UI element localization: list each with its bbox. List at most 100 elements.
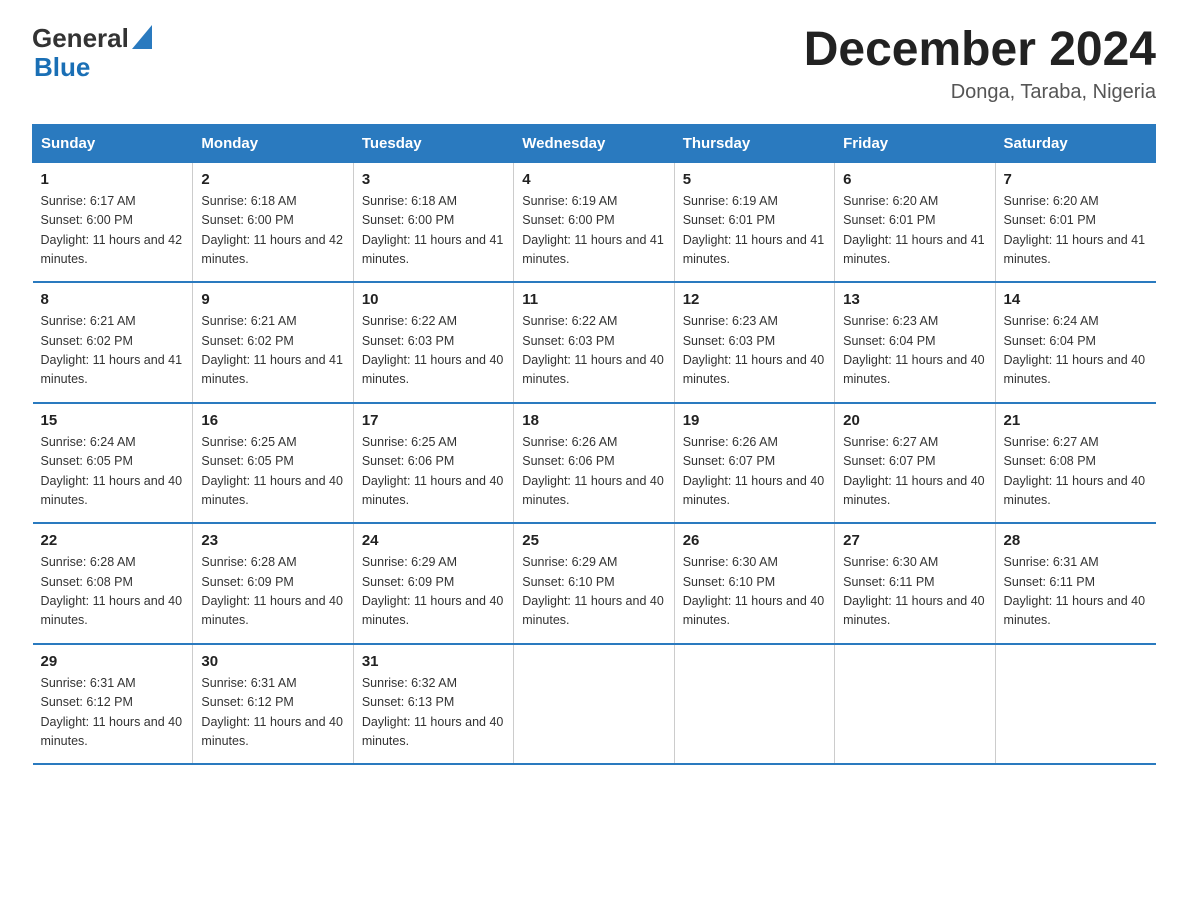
col-header-thursday: Thursday xyxy=(674,124,834,162)
day-number: 26 xyxy=(683,532,826,549)
calendar-cell xyxy=(835,644,995,765)
day-number: 19 xyxy=(683,412,826,429)
day-info: Sunrise: 6:24 AM Sunset: 6:04 PM Dayligh… xyxy=(1004,312,1148,390)
day-info: Sunrise: 6:32 AM Sunset: 6:13 PM Dayligh… xyxy=(362,674,505,752)
calendar-cell: 28 Sunrise: 6:31 AM Sunset: 6:11 PM Dayl… xyxy=(995,523,1155,644)
page-header: General Blue December 2024 Donga, Taraba… xyxy=(32,24,1156,104)
day-number: 21 xyxy=(1004,412,1148,429)
day-info: Sunrise: 6:19 AM Sunset: 6:01 PM Dayligh… xyxy=(683,192,826,270)
day-info: Sunrise: 6:25 AM Sunset: 6:05 PM Dayligh… xyxy=(201,433,344,511)
week-row-2: 8 Sunrise: 6:21 AM Sunset: 6:02 PM Dayli… xyxy=(33,282,1156,403)
day-info: Sunrise: 6:21 AM Sunset: 6:02 PM Dayligh… xyxy=(201,312,344,390)
calendar-cell: 24 Sunrise: 6:29 AM Sunset: 6:09 PM Dayl… xyxy=(353,523,513,644)
day-number: 20 xyxy=(843,412,986,429)
calendar-cell: 20 Sunrise: 6:27 AM Sunset: 6:07 PM Dayl… xyxy=(835,403,995,524)
day-number: 5 xyxy=(683,171,826,188)
day-info: Sunrise: 6:25 AM Sunset: 6:06 PM Dayligh… xyxy=(362,433,505,511)
month-title: December 2024 xyxy=(804,24,1156,77)
week-row-3: 15 Sunrise: 6:24 AM Sunset: 6:05 PM Dayl… xyxy=(33,403,1156,524)
day-info: Sunrise: 6:22 AM Sunset: 6:03 PM Dayligh… xyxy=(522,312,665,390)
col-header-saturday: Saturday xyxy=(995,124,1155,162)
day-info: Sunrise: 6:31 AM Sunset: 6:11 PM Dayligh… xyxy=(1004,553,1148,631)
day-number: 30 xyxy=(201,653,344,670)
day-number: 14 xyxy=(1004,291,1148,308)
calendar-cell: 9 Sunrise: 6:21 AM Sunset: 6:02 PM Dayli… xyxy=(193,282,353,403)
calendar-cell: 26 Sunrise: 6:30 AM Sunset: 6:10 PM Dayl… xyxy=(674,523,834,644)
day-info: Sunrise: 6:19 AM Sunset: 6:00 PM Dayligh… xyxy=(522,192,665,270)
col-header-tuesday: Tuesday xyxy=(353,124,513,162)
calendar-cell xyxy=(514,644,674,765)
calendar-cell: 17 Sunrise: 6:25 AM Sunset: 6:06 PM Dayl… xyxy=(353,403,513,524)
calendar-cell: 18 Sunrise: 6:26 AM Sunset: 6:06 PM Dayl… xyxy=(514,403,674,524)
day-info: Sunrise: 6:31 AM Sunset: 6:12 PM Dayligh… xyxy=(201,674,344,752)
calendar-cell: 8 Sunrise: 6:21 AM Sunset: 6:02 PM Dayli… xyxy=(33,282,193,403)
logo-text-block: General Blue xyxy=(32,24,152,81)
calendar-cell: 29 Sunrise: 6:31 AM Sunset: 6:12 PM Dayl… xyxy=(33,644,193,765)
day-info: Sunrise: 6:20 AM Sunset: 6:01 PM Dayligh… xyxy=(1004,192,1148,270)
calendar-cell: 22 Sunrise: 6:28 AM Sunset: 6:08 PM Dayl… xyxy=(33,523,193,644)
calendar-cell: 16 Sunrise: 6:25 AM Sunset: 6:05 PM Dayl… xyxy=(193,403,353,524)
day-info: Sunrise: 6:29 AM Sunset: 6:10 PM Dayligh… xyxy=(522,553,665,631)
day-number: 24 xyxy=(362,532,505,549)
calendar-cell: 23 Sunrise: 6:28 AM Sunset: 6:09 PM Dayl… xyxy=(193,523,353,644)
calendar-cell: 13 Sunrise: 6:23 AM Sunset: 6:04 PM Dayl… xyxy=(835,282,995,403)
week-row-5: 29 Sunrise: 6:31 AM Sunset: 6:12 PM Dayl… xyxy=(33,644,1156,765)
day-number: 4 xyxy=(522,171,665,188)
logo-blue: Blue xyxy=(34,52,90,82)
day-info: Sunrise: 6:29 AM Sunset: 6:09 PM Dayligh… xyxy=(362,553,505,631)
calendar-table: SundayMondayTuesdayWednesdayThursdayFrid… xyxy=(32,124,1156,766)
day-info: Sunrise: 6:23 AM Sunset: 6:04 PM Dayligh… xyxy=(843,312,986,390)
day-info: Sunrise: 6:18 AM Sunset: 6:00 PM Dayligh… xyxy=(201,192,344,270)
calendar-cell: 19 Sunrise: 6:26 AM Sunset: 6:07 PM Dayl… xyxy=(674,403,834,524)
day-info: Sunrise: 6:30 AM Sunset: 6:10 PM Dayligh… xyxy=(683,553,826,631)
calendar-cell: 2 Sunrise: 6:18 AM Sunset: 6:00 PM Dayli… xyxy=(193,162,353,282)
calendar-cell: 4 Sunrise: 6:19 AM Sunset: 6:00 PM Dayli… xyxy=(514,162,674,282)
day-number: 3 xyxy=(362,171,505,188)
calendar-cell: 15 Sunrise: 6:24 AM Sunset: 6:05 PM Dayl… xyxy=(33,403,193,524)
week-row-4: 22 Sunrise: 6:28 AM Sunset: 6:08 PM Dayl… xyxy=(33,523,1156,644)
day-number: 11 xyxy=(522,291,665,308)
calendar-cell: 3 Sunrise: 6:18 AM Sunset: 6:00 PM Dayli… xyxy=(353,162,513,282)
day-number: 12 xyxy=(683,291,826,308)
day-number: 25 xyxy=(522,532,665,549)
calendar-cell: 5 Sunrise: 6:19 AM Sunset: 6:01 PM Dayli… xyxy=(674,162,834,282)
day-info: Sunrise: 6:20 AM Sunset: 6:01 PM Dayligh… xyxy=(843,192,986,270)
day-info: Sunrise: 6:26 AM Sunset: 6:06 PM Dayligh… xyxy=(522,433,665,511)
day-number: 13 xyxy=(843,291,986,308)
day-number: 16 xyxy=(201,412,344,429)
day-info: Sunrise: 6:22 AM Sunset: 6:03 PM Dayligh… xyxy=(362,312,505,390)
day-info: Sunrise: 6:23 AM Sunset: 6:03 PM Dayligh… xyxy=(683,312,826,390)
day-number: 7 xyxy=(1004,171,1148,188)
day-info: Sunrise: 6:21 AM Sunset: 6:02 PM Dayligh… xyxy=(41,312,185,390)
day-number: 15 xyxy=(41,412,185,429)
calendar-cell: 31 Sunrise: 6:32 AM Sunset: 6:13 PM Dayl… xyxy=(353,644,513,765)
col-header-friday: Friday xyxy=(835,124,995,162)
calendar-cell: 10 Sunrise: 6:22 AM Sunset: 6:03 PM Dayl… xyxy=(353,282,513,403)
day-info: Sunrise: 6:27 AM Sunset: 6:08 PM Dayligh… xyxy=(1004,433,1148,511)
day-number: 2 xyxy=(201,171,344,188)
calendar-cell: 14 Sunrise: 6:24 AM Sunset: 6:04 PM Dayl… xyxy=(995,282,1155,403)
col-header-sunday: Sunday xyxy=(33,124,193,162)
day-number: 1 xyxy=(41,171,185,188)
calendar-header-row: SundayMondayTuesdayWednesdayThursdayFrid… xyxy=(33,124,1156,162)
calendar-cell: 27 Sunrise: 6:30 AM Sunset: 6:11 PM Dayl… xyxy=(835,523,995,644)
day-number: 28 xyxy=(1004,532,1148,549)
logo-triangle-icon xyxy=(132,25,152,49)
day-info: Sunrise: 6:30 AM Sunset: 6:11 PM Dayligh… xyxy=(843,553,986,631)
calendar-cell: 30 Sunrise: 6:31 AM Sunset: 6:12 PM Dayl… xyxy=(193,644,353,765)
day-number: 8 xyxy=(41,291,185,308)
calendar-cell: 7 Sunrise: 6:20 AM Sunset: 6:01 PM Dayli… xyxy=(995,162,1155,282)
day-number: 29 xyxy=(41,653,185,670)
calendar-cell: 1 Sunrise: 6:17 AM Sunset: 6:00 PM Dayli… xyxy=(33,162,193,282)
day-info: Sunrise: 6:28 AM Sunset: 6:08 PM Dayligh… xyxy=(41,553,185,631)
week-row-1: 1 Sunrise: 6:17 AM Sunset: 6:00 PM Dayli… xyxy=(33,162,1156,282)
calendar-cell: 25 Sunrise: 6:29 AM Sunset: 6:10 PM Dayl… xyxy=(514,523,674,644)
logo: General Blue xyxy=(32,24,152,81)
day-info: Sunrise: 6:31 AM Sunset: 6:12 PM Dayligh… xyxy=(41,674,185,752)
calendar-cell: 21 Sunrise: 6:27 AM Sunset: 6:08 PM Dayl… xyxy=(995,403,1155,524)
calendar-cell xyxy=(674,644,834,765)
day-number: 10 xyxy=(362,291,505,308)
calendar-cell: 6 Sunrise: 6:20 AM Sunset: 6:01 PM Dayli… xyxy=(835,162,995,282)
calendar-cell: 11 Sunrise: 6:22 AM Sunset: 6:03 PM Dayl… xyxy=(514,282,674,403)
day-number: 18 xyxy=(522,412,665,429)
